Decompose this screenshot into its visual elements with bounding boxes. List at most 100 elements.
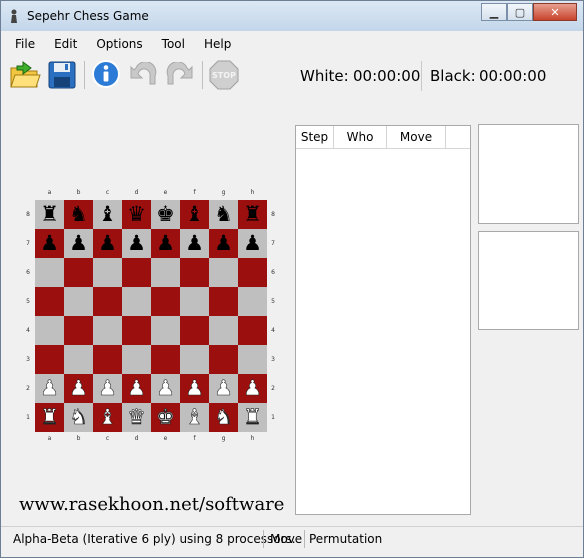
board-square-d1[interactable]: ♛ [122, 403, 151, 432]
chess-piece[interactable]: ♛ [127, 406, 146, 428]
board-square-c8[interactable]: ♝ [93, 200, 122, 229]
board-square-h1[interactable]: ♜ [238, 403, 267, 432]
chess-piece[interactable]: ♟ [127, 377, 146, 399]
board-square-g7[interactable]: ♟ [209, 229, 238, 258]
board-square-f7[interactable]: ♟ [180, 229, 209, 258]
chess-piece[interactable]: ♝ [185, 406, 204, 428]
board-square-f4[interactable] [180, 316, 209, 345]
board-square-a7[interactable]: ♟ [35, 229, 64, 258]
chess-piece[interactable]: ♚ [156, 204, 175, 225]
board-square-b1[interactable]: ♞ [64, 403, 93, 432]
menu-help[interactable]: Help [194, 35, 240, 55]
board-square-c2[interactable]: ♟ [93, 374, 122, 403]
chess-piece[interactable]: ♟ [98, 233, 117, 254]
board-square-d2[interactable]: ♟ [122, 374, 151, 403]
chess-piece[interactable]: ♛ [127, 204, 146, 225]
board-square-d5[interactable] [122, 287, 151, 316]
column-step[interactable]: Step [296, 126, 334, 148]
board-square-a1[interactable]: ♜ [35, 403, 64, 432]
board-square-a6[interactable] [35, 258, 64, 287]
title-bar[interactable]: Sepehr Chess Game ▁ ▢ ✕ [1, 1, 583, 31]
stop-button[interactable]: STOP [206, 57, 242, 93]
board-square-c3[interactable] [93, 345, 122, 374]
board-square-h3[interactable] [238, 345, 267, 374]
board-square-a4[interactable] [35, 316, 64, 345]
board-square-e3[interactable] [151, 345, 180, 374]
board-square-f5[interactable] [180, 287, 209, 316]
board-square-e8[interactable]: ♚ [151, 200, 180, 229]
chess-piece[interactable]: ♟ [40, 377, 59, 399]
board-square-g4[interactable] [209, 316, 238, 345]
chess-piece[interactable]: ♟ [214, 233, 233, 254]
board-square-g5[interactable] [209, 287, 238, 316]
board-square-a3[interactable] [35, 345, 64, 374]
minimize-button[interactable]: ▁ [481, 3, 507, 21]
board-square-a5[interactable] [35, 287, 64, 316]
chess-piece[interactable]: ♟ [185, 377, 204, 399]
board-square-g6[interactable] [209, 258, 238, 287]
board-square-b6[interactable] [64, 258, 93, 287]
board-square-f6[interactable] [180, 258, 209, 287]
board-square-h2[interactable]: ♟ [238, 374, 267, 403]
board-square-b3[interactable] [64, 345, 93, 374]
board-square-g3[interactable] [209, 345, 238, 374]
board-square-b7[interactable]: ♟ [64, 229, 93, 258]
chess-piece[interactable]: ♜ [243, 204, 262, 225]
chess-piece[interactable]: ♚ [156, 406, 175, 428]
board-square-h5[interactable] [238, 287, 267, 316]
board-square-h6[interactable] [238, 258, 267, 287]
column-who[interactable]: Who [334, 126, 387, 148]
menu-options[interactable]: Options [86, 35, 151, 55]
board-square-e6[interactable] [151, 258, 180, 287]
chess-piece[interactable]: ♟ [243, 377, 262, 399]
save-button[interactable] [44, 57, 80, 93]
chess-piece[interactable]: ♟ [40, 233, 59, 254]
chess-piece[interactable]: ♞ [69, 406, 88, 428]
board-square-e7[interactable]: ♟ [151, 229, 180, 258]
open-button[interactable] [7, 57, 43, 93]
chess-piece[interactable]: ♟ [69, 233, 88, 254]
chess-piece[interactable]: ♟ [69, 377, 88, 399]
menu-tool[interactable]: Tool [152, 35, 194, 55]
chess-piece[interactable]: ♞ [214, 204, 233, 225]
chess-piece[interactable]: ♞ [69, 204, 88, 225]
redo-button[interactable] [162, 57, 198, 93]
chess-piece[interactable]: ♜ [40, 204, 59, 225]
board-square-c6[interactable] [93, 258, 122, 287]
close-button[interactable]: ✕ [533, 3, 577, 21]
chess-piece[interactable]: ♟ [98, 377, 117, 399]
board-square-h8[interactable]: ♜ [238, 200, 267, 229]
board-square-g2[interactable]: ♟ [209, 374, 238, 403]
board-square-c1[interactable]: ♝ [93, 403, 122, 432]
chess-piece[interactable]: ♟ [214, 377, 233, 399]
chess-piece[interactable]: ♟ [156, 377, 175, 399]
board-square-d8[interactable]: ♛ [122, 200, 151, 229]
chess-piece[interactable]: ♜ [243, 406, 262, 428]
board-square-c7[interactable]: ♟ [93, 229, 122, 258]
board-square-f8[interactable]: ♝ [180, 200, 209, 229]
chess-piece[interactable]: ♜ [40, 406, 59, 428]
chess-piece[interactable]: ♝ [98, 406, 117, 428]
board-square-c4[interactable] [93, 316, 122, 345]
move-list[interactable]: Step Who Move [295, 125, 471, 515]
board-square-b8[interactable]: ♞ [64, 200, 93, 229]
chess-board[interactable]: ♜ ♞ ♝ ♛ ♚ ♝ ♞ ♜ ♟ ♟ ♟ ♟ ♟ ♟ ♟ ♟ ♟ ♟ ♟ ♟ ♟ ♟ ♟ ♟ ♜ ♞ ♝ ♛ ♚ ♝ ♞ ♜ [35, 200, 267, 432]
info-button[interactable] [88, 57, 124, 93]
board-square-b5[interactable] [64, 287, 93, 316]
board-square-h7[interactable]: ♟ [238, 229, 267, 258]
board-square-a8[interactable]: ♜ [35, 200, 64, 229]
chess-piece[interactable]: ♞ [214, 406, 233, 428]
board-square-d6[interactable] [122, 258, 151, 287]
board-square-e4[interactable] [151, 316, 180, 345]
menu-file[interactable]: File [5, 35, 44, 55]
board-square-g1[interactable]: ♞ [209, 403, 238, 432]
board-square-d3[interactable] [122, 345, 151, 374]
chess-piece[interactable]: ♟ [156, 233, 175, 254]
board-square-f2[interactable]: ♟ [180, 374, 209, 403]
board-square-b4[interactable] [64, 316, 93, 345]
chess-piece[interactable]: ♟ [243, 233, 262, 254]
board-square-d4[interactable] [122, 316, 151, 345]
board-square-b2[interactable]: ♟ [64, 374, 93, 403]
board-square-a2[interactable]: ♟ [35, 374, 64, 403]
chess-piece[interactable]: ♝ [98, 204, 117, 225]
